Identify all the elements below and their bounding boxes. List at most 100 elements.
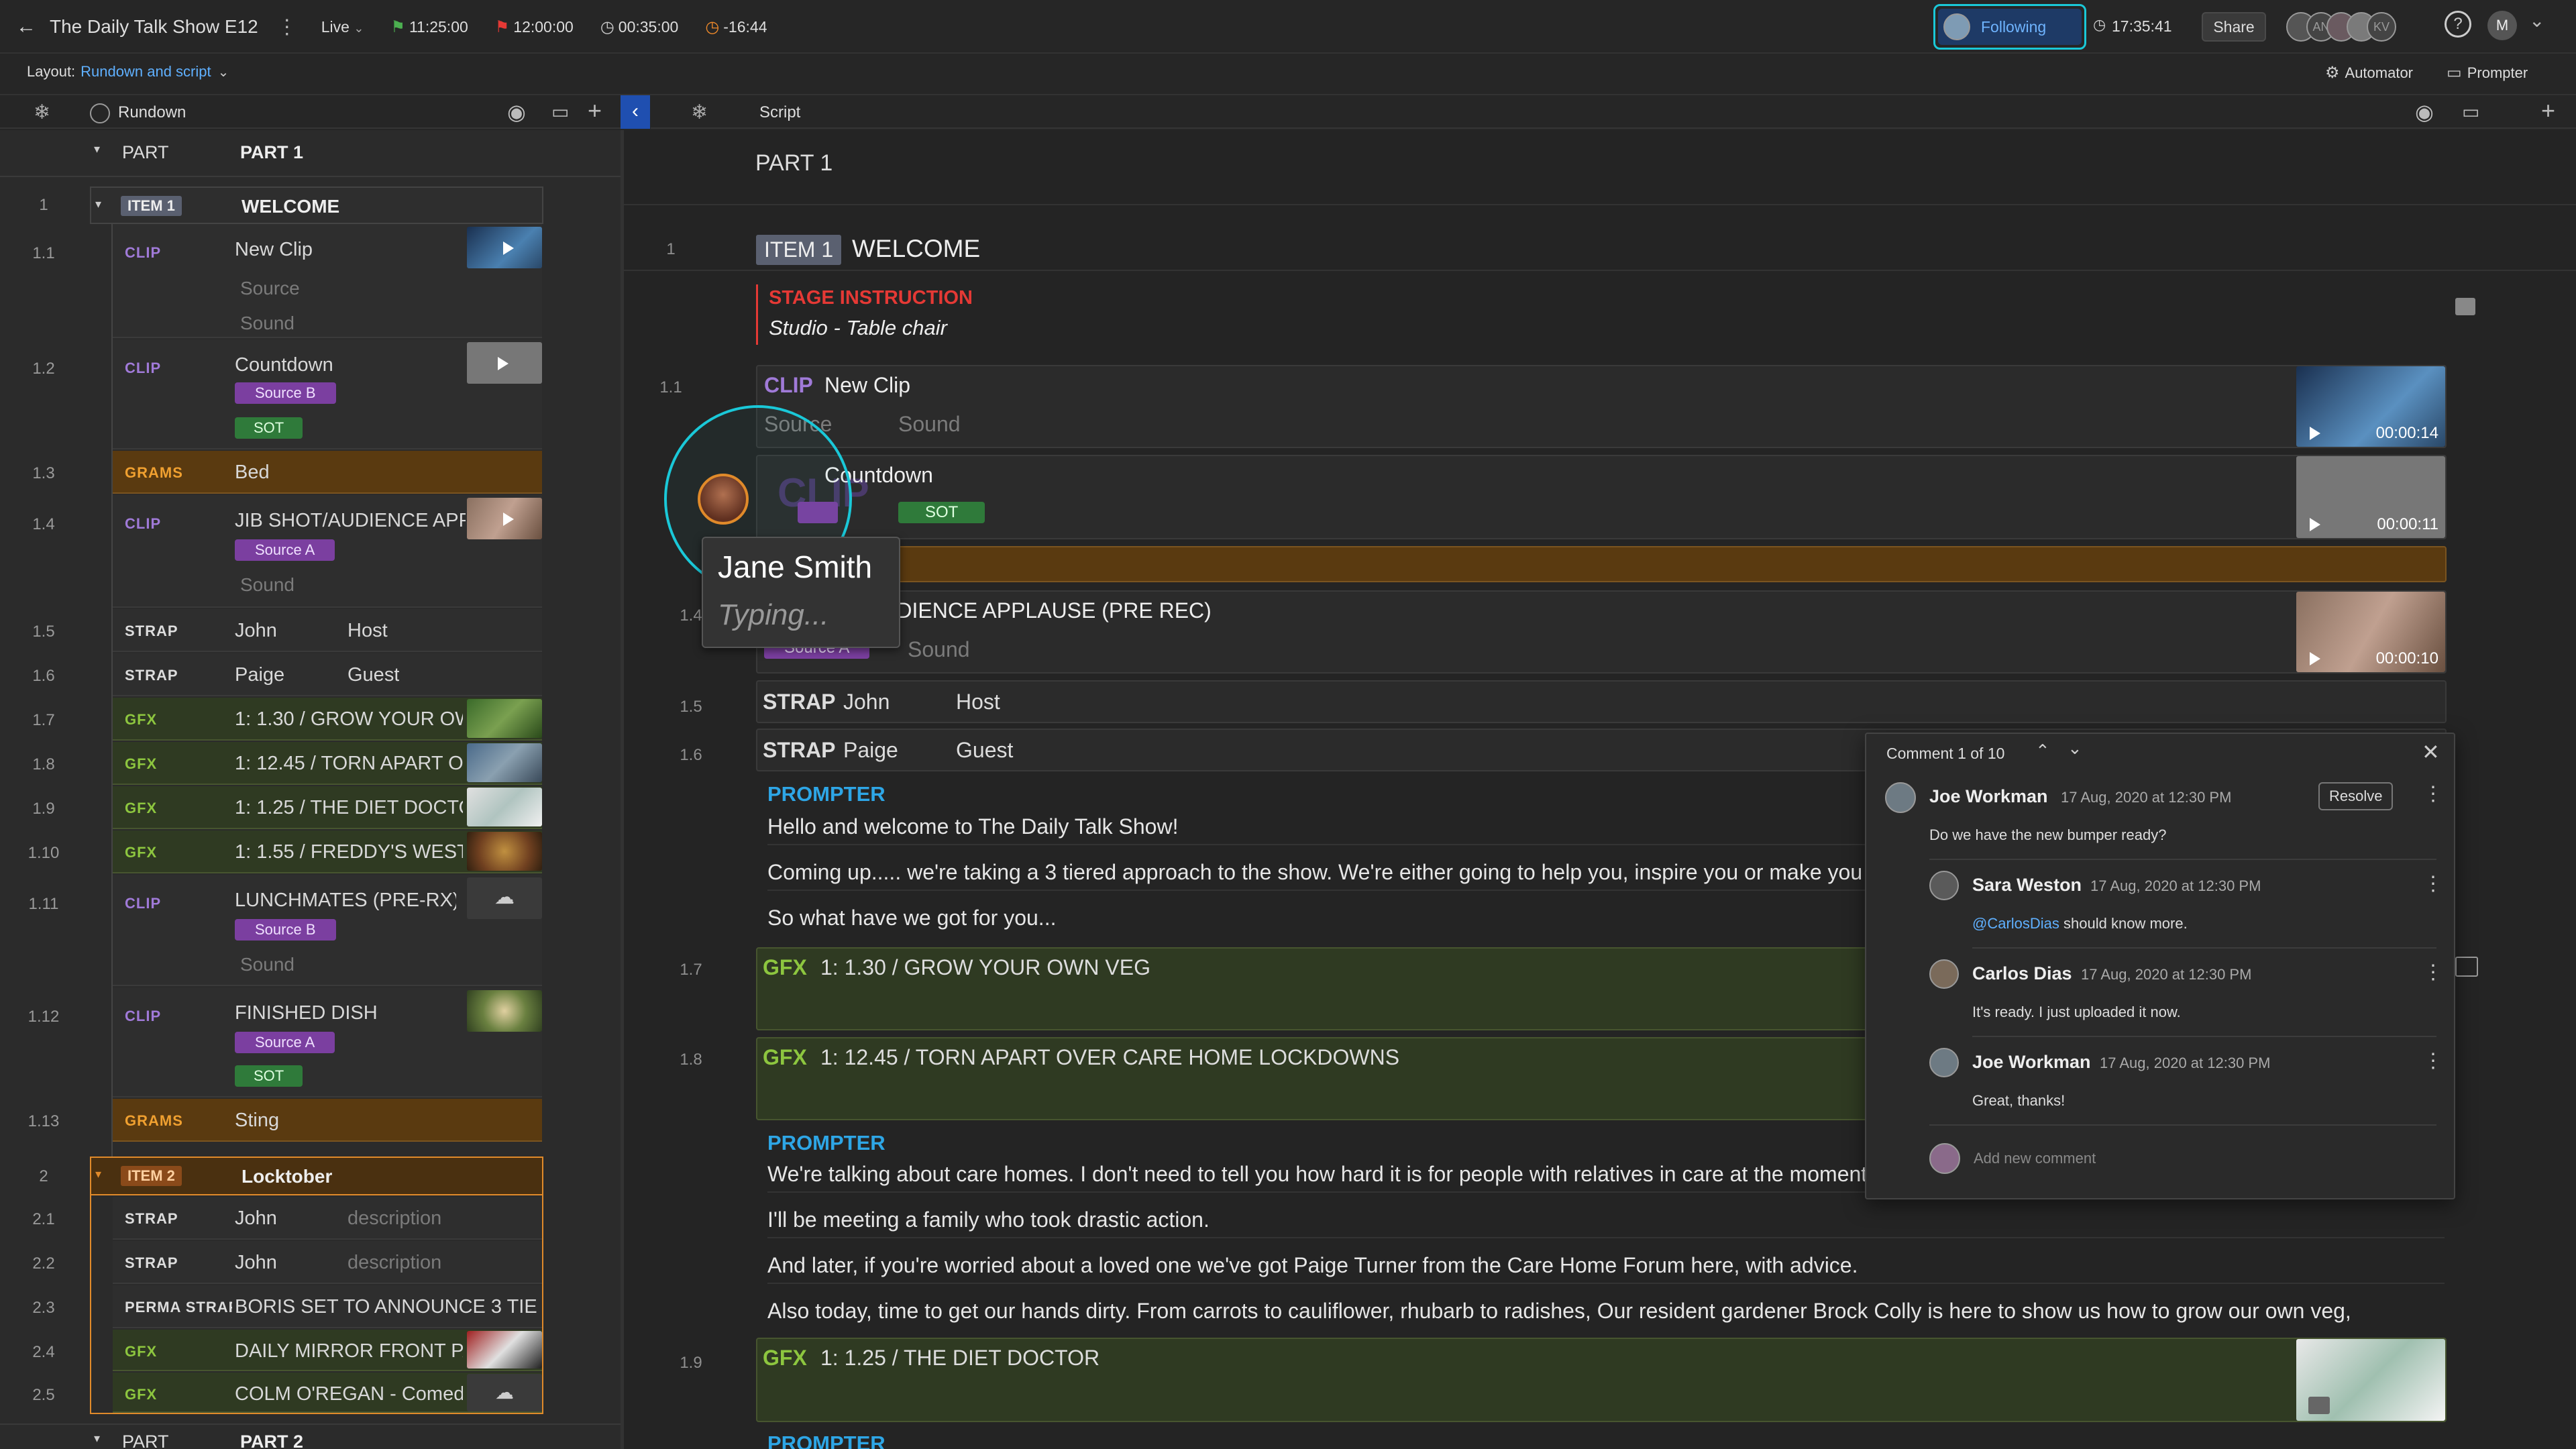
list-item[interactable]: 2.1 STRAP John description (0, 1197, 621, 1240)
back-arrow-icon[interactable]: ← (16, 15, 43, 38)
sot-pill[interactable]: SOT (898, 502, 985, 523)
list-item[interactable]: 2.3 PERMA STRAP BORIS SET TO ANNOUNCE 3 … (0, 1285, 621, 1328)
user-avatar[interactable]: M (2487, 11, 2517, 40)
status-dropdown[interactable]: Live ⌄ (321, 18, 364, 36)
more-vertical-icon[interactable]: ⋮ (2423, 961, 2443, 984)
prompter-line[interactable]: I'll be meeting a family who took drasti… (767, 1208, 1210, 1232)
strap-card[interactable]: STRAP John Host (756, 680, 2447, 723)
comment-icon[interactable] (2455, 298, 2475, 315)
comment-icon[interactable]: ▭ (551, 101, 569, 123)
grams-card[interactable]: GRAMS Bed (113, 451, 542, 494)
source-pill[interactable]: Source A (235, 1032, 335, 1053)
upload-placeholder[interactable]: ☁ (467, 877, 542, 919)
source-pill[interactable]: Source B (235, 382, 336, 404)
gfx-card[interactable]: GFX 1: 1.25 / THE DIET DOCTOR (113, 786, 542, 829)
sot-pill[interactable]: SOT (235, 1065, 303, 1087)
gfx-thumbnail[interactable] (467, 743, 542, 782)
eye-icon[interactable]: ◉ (507, 99, 526, 125)
list-item[interactable]: 1.2 CLIP Countdown Source B SOT (0, 339, 621, 449)
more-vertical-icon[interactable]: ⋮ (277, 15, 297, 39)
prompter-line[interactable]: And later, if you're worried about a lov… (767, 1253, 1858, 1278)
presence-avatar[interactable] (698, 474, 749, 525)
more-vertical-icon[interactable]: ⋮ (2423, 872, 2443, 896)
following-button[interactable]: Following (1933, 4, 2086, 50)
strap-card[interactable]: PERMA STRAP BORIS SET TO ANNOUNCE 3 TIER (113, 1285, 542, 1328)
list-item[interactable]: 1.8 GFX 1: 12.45 / TORN APART OVER CARE … (0, 742, 621, 785)
upload-placeholder[interactable]: ☁ (467, 1374, 542, 1411)
list-item[interactable]: 1.5 STRAP John Host (0, 609, 621, 652)
clip-thumbnail[interactable]: 00:00:10 (2296, 592, 2445, 672)
list-item[interactable]: 1.6 STRAP Paige Guest (0, 653, 621, 696)
clip-thumbnail[interactable] (467, 498, 542, 539)
gfx-card[interactable]: GFX 1: 1.55 / FREDDY'S WEST END (113, 830, 542, 873)
clip-card[interactable]: CLIP New Clip Source Sound 00:00:14 (756, 365, 2447, 448)
prompter-line[interactable]: So what have we got for you... (767, 906, 1056, 930)
clip-card[interactable]: CLIP Countdown Source B SOT (113, 339, 542, 449)
list-item[interactable]: 2.4 GFX DAILY MIRROR FRONT PAGE (0, 1330, 621, 1371)
snowflake-icon[interactable]: ❄ (34, 101, 50, 124)
list-item[interactable]: 1.1 CLIP New Clip Source Sound (0, 224, 621, 338)
list-item[interactable]: 2.2 STRAP John description (0, 1241, 621, 1284)
gfx-card[interactable]: GFX 1: 1.30 / GROW YOUR OWN VEG (113, 698, 542, 741)
stage-instruction[interactable]: STAGE INSTRUCTION Studio - Table chair (756, 284, 2447, 345)
gfx-thumbnail[interactable] (2296, 1339, 2445, 1421)
chevron-down-icon[interactable]: ⌄ (2529, 9, 2544, 32)
play-icon[interactable] (2310, 652, 2320, 665)
caret-down-icon[interactable]: ▾ (94, 1432, 100, 1446)
gfx-thumbnail[interactable] (467, 1331, 542, 1368)
automator-button[interactable]: Automator (2345, 64, 2414, 82)
list-item[interactable]: 1.9 GFX 1: 1.25 / THE DIET DOCTOR (0, 786, 621, 829)
sot-pill[interactable]: SOT (235, 417, 303, 439)
gfx-thumbnail[interactable] (467, 832, 542, 871)
chevron-down-icon[interactable]: ⌄ (218, 64, 229, 80)
mention-link[interactable]: @CarlosDias (1972, 915, 2059, 932)
strap-card[interactable]: STRAP John Host (113, 609, 542, 652)
more-vertical-icon[interactable]: ⋮ (2423, 782, 2443, 806)
clip-card[interactable]: CLIP New Clip Source Sound (113, 224, 542, 338)
source-pill[interactable]: Source A (235, 539, 335, 561)
resolve-button[interactable]: Resolve (2318, 782, 2394, 810)
gfx-card[interactable]: GFX 1: 1.25 / THE DIET DOCTOR (756, 1338, 2447, 1422)
chevron-up-icon[interactable]: ⌃ (2035, 741, 2050, 761)
play-icon[interactable] (2310, 518, 2320, 531)
clip-thumbnail[interactable]: 00:00:14 (2296, 366, 2445, 447)
list-item[interactable]: 1.12 CLIP FINISHED DISH Source A SOT (0, 987, 621, 1097)
prompter-button[interactable]: Prompter (2467, 64, 2528, 82)
gfx-thumbnail[interactable] (467, 699, 542, 738)
clip-thumbnail[interactable]: 00:00:11 (2296, 456, 2445, 538)
strap-card[interactable]: STRAP John description (113, 1197, 542, 1240)
list-item[interactable]: 1.13 GRAMS Sting (0, 1099, 621, 1142)
strap-card[interactable]: STRAP Paige Guest (113, 653, 542, 696)
clip-card[interactable]: CLIP LUNCHMATES (PRE-RX) Source B Sound … (113, 875, 542, 986)
item-row[interactable]: 2 ▾ ITEM 2 Locktober (0, 1157, 621, 1195)
list-item[interactable]: 1.7 GFX 1: 1.30 / GROW YOUR OWN VEG (0, 698, 621, 741)
clip-card[interactable]: CLIP JIB SHOT/AUDIENCE APPLAUSE (PRE REC… (113, 495, 542, 608)
strap-card[interactable]: STRAP John description (113, 1241, 542, 1284)
part-row[interactable]: ▾ PART PART 1 (0, 130, 621, 177)
clip-card[interactable]: CLIP FINISHED DISH Source A SOT (113, 987, 542, 1097)
eye-icon[interactable]: ◉ (2415, 99, 2434, 125)
caret-down-icon[interactable]: ▾ (95, 197, 101, 211)
list-item[interactable]: 1.10 GFX 1: 1.55 / FREDDY'S WEST END (0, 830, 621, 873)
add-icon[interactable]: + (588, 97, 602, 125)
clip-thumbnail[interactable] (467, 342, 542, 384)
clip-thumbnail[interactable] (467, 227, 542, 268)
layout-selector[interactable]: Rundown and script (80, 63, 211, 80)
gfx-thumbnail[interactable] (467, 788, 542, 826)
grams-card[interactable] (756, 546, 2447, 582)
collapse-icon[interactable] (90, 103, 110, 123)
play-icon[interactable] (2310, 427, 2320, 440)
clip-card[interactable]: JIB SHOT/AUDIENCE APPLAUSE (PRE REC) Sou… (756, 590, 2447, 674)
list-item[interactable]: 2.5 GFX COLM O'REGAN - Comedian ☁ (0, 1373, 621, 1413)
list-item[interactable]: 1.3 GRAMS Bed (0, 451, 621, 494)
gfx-card[interactable]: GFX 1: 12.45 / TORN APART OVER CARE HOME… (113, 742, 542, 785)
list-item[interactable]: 1.11 CLIP LUNCHMATES (PRE-RX) Source B S… (0, 875, 621, 986)
prompter-line[interactable]: Also today, time to get our hands dirty.… (767, 1299, 2351, 1324)
gfx-card[interactable]: GFX COLM O'REGAN - Comedian ☁ (113, 1373, 542, 1413)
grams-card[interactable]: GRAMS Sting (113, 1099, 542, 1142)
caret-down-icon[interactable]: ▾ (94, 142, 100, 156)
prompter-line[interactable]: We're talking about care homes. I don't … (767, 1162, 1873, 1187)
comment-icon[interactable] (2455, 957, 2478, 977)
caret-down-icon[interactable]: ▾ (95, 1167, 101, 1181)
add-icon[interactable]: + (2541, 97, 2555, 125)
